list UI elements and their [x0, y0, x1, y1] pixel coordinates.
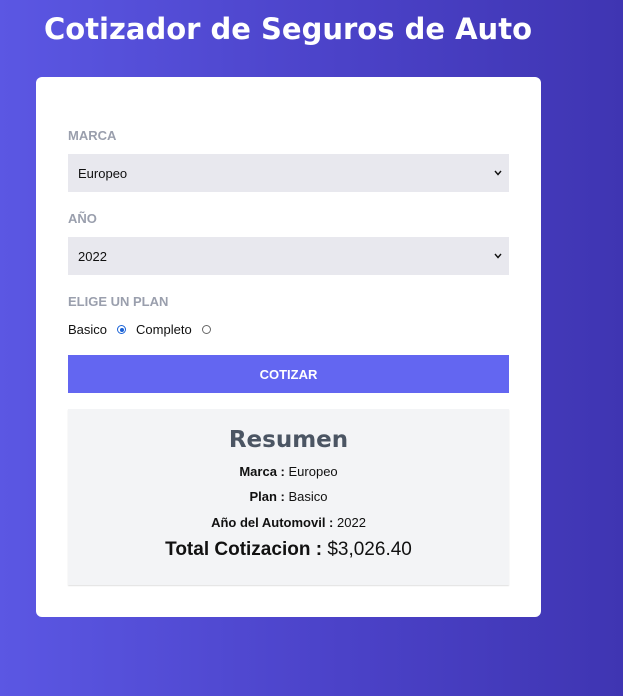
plan-radio-group: Basico Completo: [68, 322, 221, 337]
resumen-plan-label: Plan :: [249, 489, 285, 504]
resumen-marca-value: Europeo: [288, 464, 338, 479]
resumen-anio-label: Año del Automovil :: [211, 515, 334, 530]
chevron-down-icon: [493, 251, 503, 261]
chevron-down-icon: [493, 168, 503, 178]
resumen-panel: Resumen Marca : Europeo Plan : Basico Añ…: [68, 409, 509, 585]
resumen-marca: Marca : Europeo: [68, 464, 509, 479]
resumen-plan: Plan : Basico: [68, 489, 509, 504]
resumen-plan-value: Basico: [288, 489, 328, 504]
plan-option-basico-label: Basico: [68, 322, 108, 337]
plan-label: Elige un Plan: [68, 294, 169, 309]
resumen-marca-label: Marca :: [239, 464, 285, 479]
resumen-title: Resumen: [228, 427, 349, 453]
anio-select[interactable]: 2022: [68, 237, 509, 275]
marca-select[interactable]: Europeo: [68, 154, 509, 192]
anio-label: Año: [68, 211, 97, 226]
plan-option-basico-radio[interactable]: [117, 325, 127, 334]
marca-label: Marca: [68, 128, 117, 143]
resumen-anio: Año del Automovil : 2022: [68, 515, 509, 530]
plan-option-completo-radio[interactable]: [201, 325, 211, 334]
resumen-anio-value: 2022: [337, 515, 366, 530]
page-title: Cotizador de Seguros de Auto: [43, 12, 532, 46]
anio-select-value: 2022: [78, 248, 107, 264]
resumen-total: Total Cotizacion : $3,026.40: [68, 539, 509, 561]
total-value: $3,026.40: [327, 539, 412, 560]
quote-form-card: Marca Europeo Año 2022 Elige un Plan Bas…: [36, 77, 541, 617]
marca-select-value: Europeo: [78, 165, 128, 181]
cotizar-button[interactable]: Cotizar: [68, 355, 509, 393]
plan-option-completo-label: Completo: [136, 322, 192, 337]
total-label: Total Cotizacion :: [165, 539, 323, 560]
